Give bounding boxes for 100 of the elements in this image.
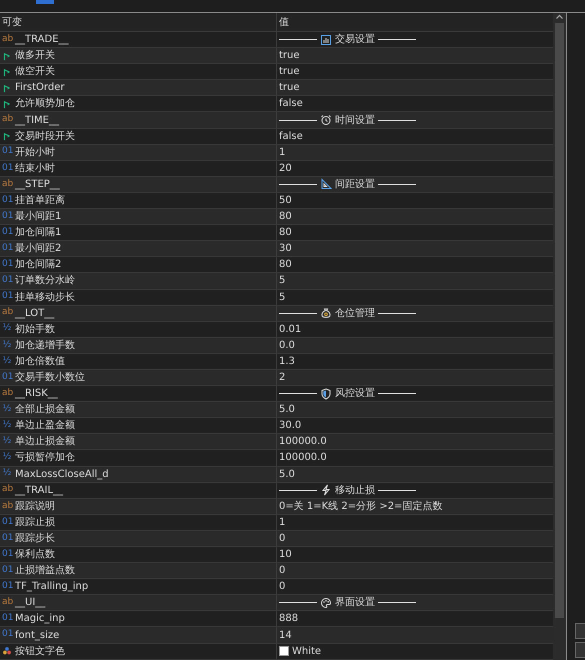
- parameter-name: Magic_inp: [15, 612, 65, 626]
- parameter-name: 允许顺势加仓: [15, 96, 75, 112]
- parameter-name: 止损增益点数: [15, 564, 75, 578]
- scroll-up-icon[interactable]: [555, 13, 564, 21]
- parameter-name: 加仓间隔1: [15, 226, 62, 240]
- section-title: 风控设置: [335, 386, 375, 402]
- parameter-value: 5: [279, 274, 286, 288]
- type-icon: ab: [2, 306, 12, 320]
- parameter-name: 做空开关: [15, 64, 55, 80]
- type-icon: ab: [2, 500, 12, 514]
- chart-icon: [320, 34, 332, 46]
- parameter-name: MaxLossCloseAll_d: [15, 468, 109, 482]
- type-icon: 01: [2, 564, 12, 578]
- parameter-value: 0: [279, 564, 286, 578]
- parameter-value: 5.0: [279, 468, 295, 482]
- type-icon: 01: [2, 145, 12, 159]
- parameter-name: __TRADE__: [15, 33, 69, 48]
- type-icon: 01: [2, 210, 12, 224]
- parameter-name: 订单数分水岭: [15, 274, 75, 288]
- parameter-name: 跟踪说明: [15, 500, 55, 514]
- side-button[interactable]: [575, 623, 585, 639]
- type-icon: ab: [2, 483, 12, 497]
- section-title: 移动止损: [335, 484, 375, 498]
- parameter-value: 2: [279, 371, 286, 386]
- parameter-value: 80: [279, 258, 292, 272]
- type-icon: 01: [2, 242, 12, 256]
- type-icon: 01: [2, 548, 12, 562]
- type-icon: ½: [2, 402, 12, 416]
- parameter-value: true: [279, 65, 300, 80]
- parameter-value: 1.3: [279, 354, 295, 369]
- money-bag-icon: [320, 307, 332, 320]
- parameter-value: true: [279, 49, 300, 64]
- parameter-value: 5.0: [279, 403, 295, 418]
- parameter-name: 加仓倍数值: [15, 354, 65, 369]
- section-title: 界面设置: [335, 596, 375, 610]
- type-icon: ½: [2, 467, 12, 481]
- type-icon: 01: [2, 226, 12, 240]
- parameter-name: 挂首单距离: [15, 194, 65, 208]
- type-icon: ab: [2, 178, 12, 192]
- type-icon: 01: [2, 162, 12, 176]
- parameter-value: 100000.0: [279, 451, 327, 466]
- type-icon: ½: [2, 338, 12, 352]
- type-icon: 01: [2, 628, 12, 642]
- parameter-name: font_size: [15, 628, 60, 643]
- type-icon: 01: [2, 516, 12, 530]
- parameter-name: 跟踪止损: [15, 516, 55, 530]
- type-icon: ½: [2, 322, 12, 336]
- parameter-value: true: [279, 81, 300, 96]
- side-button[interactable]: [575, 642, 585, 658]
- type-icon: 01: [2, 370, 12, 384]
- parameter-value: 1: [279, 516, 286, 530]
- parameter-value: false: [279, 130, 303, 144]
- parameter-value: 5: [279, 290, 286, 305]
- color-dots-icon: [2, 645, 12, 658]
- parameter-name: 加仓递增手数: [15, 338, 75, 353]
- parameter-name: 最小间距2: [15, 242, 62, 256]
- parameter-value: 0: [279, 532, 286, 546]
- parameter-name: __RISK__: [15, 387, 58, 402]
- parameter-name: 交易手数小数位: [15, 370, 85, 386]
- parameter-name: 做多开关: [15, 48, 55, 64]
- lightning-icon: [320, 484, 332, 496]
- scrollbar[interactable]: [553, 13, 566, 660]
- parameter-name: 亏损暂停加仓: [15, 450, 75, 466]
- parameter-value: White: [292, 644, 322, 659]
- column-header: 可变: [2, 16, 22, 30]
- type-icon: 01: [2, 612, 12, 626]
- parameter-name: __STEP__: [15, 178, 60, 192]
- ruler-triangle-icon: [320, 178, 332, 190]
- section-title: 时间设置: [335, 114, 375, 128]
- type-icon: 01: [2, 532, 12, 546]
- tab-indicator: [36, 0, 54, 4]
- parameter-name: 开始小时: [15, 146, 55, 160]
- parameter-name: 交易时段开关: [15, 130, 75, 144]
- type-icon: 01: [2, 194, 12, 208]
- parameter-name: TF_Tralling_inp: [15, 580, 88, 594]
- type-icon: 01: [2, 290, 12, 304]
- parameter-value: 50: [279, 194, 292, 208]
- type-icon: ½: [2, 419, 12, 433]
- parameter-name: 加仓间隔2: [15, 258, 62, 272]
- parameter-name: FirstOrder: [15, 81, 64, 96]
- parameter-value: 30: [279, 242, 292, 256]
- parameter-name: 挂单移动步长: [15, 290, 75, 305]
- alarm-clock-icon: [320, 114, 332, 126]
- scroll-thumb[interactable]: [555, 23, 564, 618]
- parameter-value: 0=关 1=K线 2=分形 >2=固定点数: [279, 500, 442, 514]
- parameter-name: __UI__: [15, 596, 46, 610]
- parameter-name: __TIME__: [15, 114, 60, 128]
- parameter-value: 888: [279, 612, 298, 626]
- parameter-name: 全部止损金额: [15, 402, 75, 418]
- type-icon: ½: [2, 435, 12, 449]
- shield-icon: [320, 388, 332, 400]
- parameter-value: 80: [279, 226, 292, 240]
- type-icon: ab: [2, 113, 12, 127]
- parameter-name: 保利点数: [15, 548, 55, 562]
- type-icon: ab: [2, 32, 12, 46]
- parameter-value: 14: [279, 628, 292, 643]
- type-icon: 01: [2, 580, 12, 594]
- type-icon: ½: [2, 451, 12, 465]
- section-title: 间距设置: [335, 178, 375, 192]
- type-icon: 01: [2, 258, 12, 272]
